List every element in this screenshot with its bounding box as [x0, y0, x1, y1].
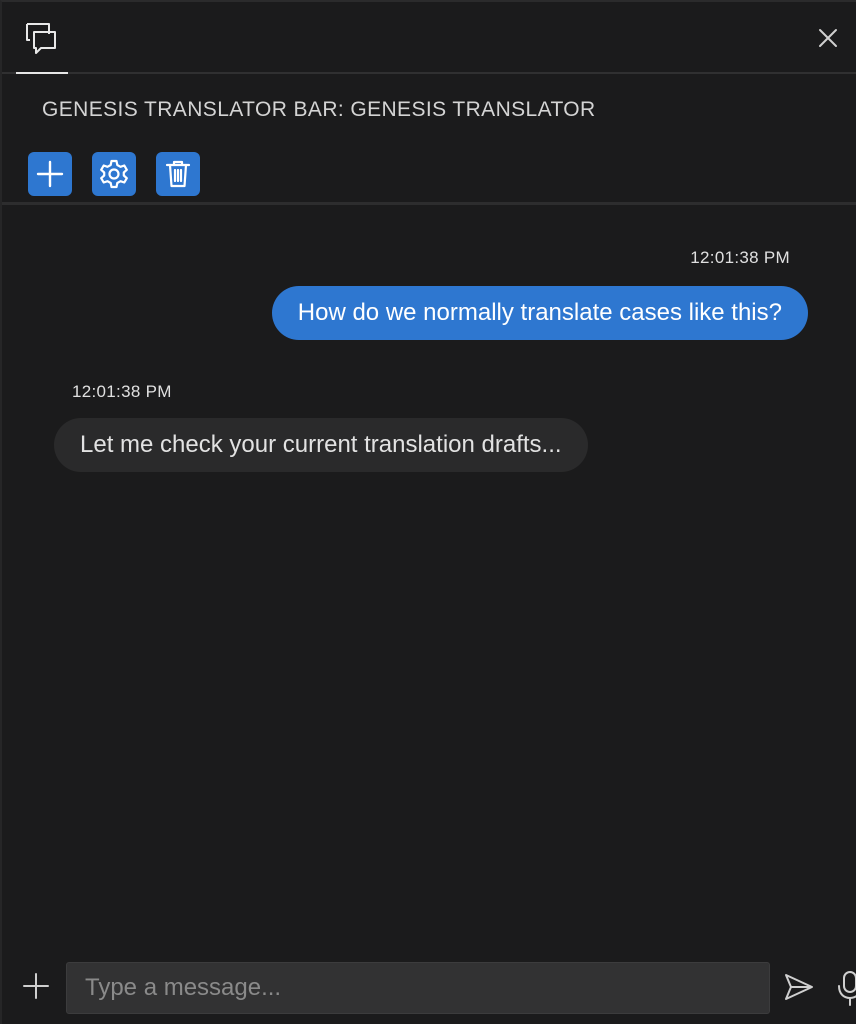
- plus-icon: [36, 160, 64, 188]
- attach-button[interactable]: [20, 970, 52, 1002]
- close-button[interactable]: [814, 24, 842, 52]
- microphone-button[interactable]: [836, 968, 856, 1008]
- tab-bar: [2, 2, 856, 74]
- toolbar: [28, 152, 200, 196]
- panel-title: GENESIS TRANSLATOR BAR: GENESIS TRANSLAT…: [42, 98, 596, 121]
- chat-panel: GENESIS TRANSLATOR BAR: GENESIS TRANSLAT…: [0, 0, 856, 1024]
- assistant-message-timestamp: 12:01:38 PM: [72, 382, 172, 401]
- assistant-message-bubble: Let me check your current translation dr…: [54, 418, 588, 472]
- plus-icon: [23, 973, 49, 999]
- settings-button[interactable]: [92, 152, 136, 196]
- tab-chat[interactable]: [16, 2, 68, 74]
- gear-icon: [100, 159, 128, 189]
- trash-icon: [165, 160, 191, 188]
- microphone-icon: [838, 971, 856, 1006]
- message-composer: [2, 960, 856, 1016]
- message-input[interactable]: [66, 962, 770, 1014]
- send-icon: [785, 974, 813, 1000]
- user-message-bubble: How do we normally translate cases like …: [271, 286, 808, 340]
- toolbar-divider: [2, 202, 856, 205]
- user-message-timestamp: 12:01:38 PM: [690, 248, 790, 267]
- close-icon: [819, 29, 837, 47]
- delete-button[interactable]: [156, 152, 200, 196]
- chat-bubbles-icon: [26, 23, 56, 54]
- send-button[interactable]: [782, 970, 816, 1004]
- new-chat-button[interactable]: [28, 152, 72, 196]
